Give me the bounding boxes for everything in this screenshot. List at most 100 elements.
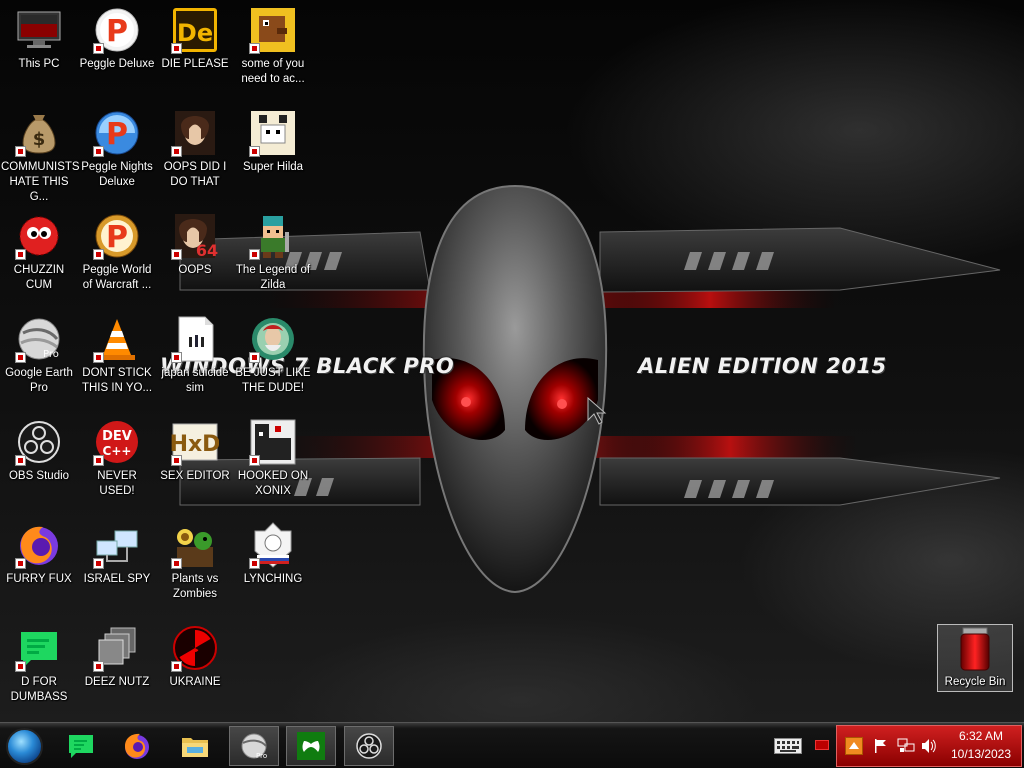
adobe-die-icon: De	[171, 6, 219, 54]
desktop-icon-label: OOPS DID I DO THAT	[163, 161, 227, 188]
peggle-nights-icon: P	[93, 109, 141, 157]
desktop-icon-chuzzin[interactable]: CHUZZIN CUM	[1, 206, 77, 302]
obs-icon	[356, 733, 382, 759]
desktop-icon-label: Peggle World of Warcraft ...	[82, 264, 152, 291]
shortcut-arrow-icon	[249, 352, 260, 363]
taskbar-app-google-earth[interactable]: Pro	[229, 726, 279, 766]
desktop-icon-google-earth[interactable]: Pro Google Earth Pro	[1, 309, 77, 405]
desktop-icon-label: DIE PLEASE	[161, 58, 229, 70]
shortcut-arrow-icon	[93, 249, 104, 260]
network-icon[interactable]	[897, 738, 915, 754]
desktop-icon-deez-nutz[interactable]: DEEZ NUTZ	[79, 618, 155, 714]
pixel-hero-icon	[249, 212, 297, 260]
desktop-icon-israel-spy[interactable]: ISRAEL SPY	[79, 515, 155, 611]
shortcut-arrow-icon	[249, 249, 260, 260]
desktop-icon-label: OOPS	[178, 264, 212, 276]
taskbar-app-firefox[interactable]	[112, 726, 162, 766]
shortcut-arrow-icon	[249, 558, 260, 569]
desktop-icon-lynching[interactable]: LYNCHING	[235, 515, 311, 611]
taskbar-app-obs[interactable]	[344, 726, 394, 766]
svg-text:64: 64	[196, 241, 218, 260]
shortcut-arrow-icon	[15, 455, 26, 466]
pixel-dog-icon	[249, 6, 297, 54]
crest-icon	[249, 521, 297, 569]
shortcut-arrow-icon	[15, 249, 26, 260]
desktop-icon-label: D FOR DUMBASS	[10, 676, 68, 703]
action-center-flag-icon[interactable]	[873, 738, 889, 754]
shortcut-arrow-icon	[15, 661, 26, 672]
desktop-icon-peggle-deluxe[interactable]: P Peggle Deluxe	[79, 0, 155, 96]
shortcut-arrow-icon	[171, 661, 182, 672]
vlc-cone-icon	[93, 315, 141, 363]
desktop-icon-label: DEEZ NUTZ	[84, 676, 150, 688]
desktop-icon-sex-editor[interactable]: HxD SEX EDITOR	[157, 412, 233, 508]
desktop-icon-label: ISRAEL SPY	[83, 573, 151, 585]
desktop-icon-japan-suicide-sim[interactable]: japan suicide sim	[157, 309, 233, 405]
xbox-icon	[297, 732, 325, 760]
svg-text:P: P	[106, 220, 128, 255]
desktop-icon-label: FURRY FUX	[6, 573, 72, 585]
desktop-icon-label: japan suicide sim	[161, 367, 229, 394]
desktop-icon-communists[interactable]: $ COMMUNISTS HATE THIS G...	[1, 103, 80, 203]
desktop-icon-oops-did-i[interactable]: OOPS DID I DO THAT	[157, 103, 233, 199]
shortcut-arrow-icon	[249, 455, 260, 466]
desktop-icon-plants-vs-zombies[interactable]: Plants vs Zombies	[157, 515, 233, 611]
shortcut-arrow-icon	[249, 43, 260, 54]
desktop-icon-label: UKRAINE	[169, 676, 221, 688]
desktop-icon-label: Google Earth Pro	[5, 367, 73, 394]
desktop-icon-label: DONT STICK THIS IN YO...	[81, 367, 153, 394]
google-earth-icon: Pro	[241, 733, 267, 760]
desktop-icon-obs[interactable]: OBS Studio	[1, 412, 77, 508]
desktop-icon-label: CHUZZIN CUM	[13, 264, 65, 291]
desktop-icon-label: BE JUST LIKE THE DUDE!	[235, 367, 311, 394]
taskbar: Pro 6:32 AM 10/13/2023	[0, 722, 1024, 768]
start-orb-icon[interactable]	[6, 728, 43, 765]
show-hidden-icons-icon[interactable]	[815, 740, 829, 750]
window-stack-icon	[93, 624, 141, 672]
desktop-icon-legend-of-zilda[interactable]: The Legend of Zilda	[235, 206, 311, 302]
taskbar-app-chat[interactable]	[56, 726, 106, 766]
desktop-icon-peggle-wow[interactable]: P Peggle World of Warcraft ...	[79, 206, 155, 302]
clock-date[interactable]: 10/13/2023	[941, 747, 1021, 761]
dude-game-icon	[249, 315, 297, 363]
desktop-icon-hooked-on-xonix[interactable]: HOOKED ON XONIX	[235, 412, 311, 508]
shortcut-arrow-icon	[15, 352, 26, 363]
recycle-bin-icon	[951, 624, 999, 672]
desktop-icon-ukraine[interactable]: UKRAINE	[157, 618, 233, 714]
volume-icon[interactable]	[921, 738, 937, 754]
network-computers-icon	[93, 521, 141, 569]
portrait-64-icon: 64	[171, 212, 219, 260]
svg-text:Pro: Pro	[256, 752, 267, 760]
svg-text:HxD: HxD	[171, 432, 219, 457]
desktop-icon-oops[interactable]: 64 OOPS	[157, 206, 233, 302]
chuzzle-icon	[15, 212, 63, 260]
desktop-icon-d-for-dumbass[interactable]: D FOR DUMBASS	[1, 618, 77, 714]
wallpaper-right-text: ALIEN EDITION 2015	[638, 354, 887, 378]
desktop-icon-be-just-like-the-dude[interactable]: BE JUST LIKE THE DUDE!	[235, 309, 311, 405]
shortcut-arrow-icon	[93, 661, 104, 672]
shortcut-arrow-icon	[171, 43, 182, 54]
desktop-icon-super-hilda[interactable]: Super Hilda	[235, 103, 311, 199]
shortcut-arrow-icon	[15, 146, 26, 157]
desktop-icon-peggle-nights[interactable]: P Peggle Nights Deluxe	[79, 103, 155, 199]
svg-text:P: P	[106, 117, 128, 152]
app-tray-icon[interactable]	[845, 737, 863, 755]
dev-cpp-icon: DEV C++	[93, 418, 141, 466]
clock-time[interactable]: 6:32 AM	[941, 729, 1021, 743]
shortcut-arrow-icon	[171, 455, 182, 466]
desktop-icon-label: Peggle Nights Deluxe	[81, 161, 153, 188]
desktop-icon-furry-fux[interactable]: FURRY FUX	[1, 515, 77, 611]
desktop-icon-dont-stick[interactable]: DONT STICK THIS IN YO...	[79, 309, 155, 405]
desktop-icon-this-pc[interactable]: This PC	[1, 0, 77, 96]
desktop-icon-label: The Legend of Zilda	[235, 264, 311, 291]
taskbar-app-xbox[interactable]	[286, 726, 336, 766]
shortcut-arrow-icon	[249, 146, 260, 157]
desktop-icon-recycle-bin[interactable]: Recycle Bin	[937, 618, 1013, 692]
chat-bubble-icon	[69, 735, 93, 758]
desktop-icon-die-please[interactable]: De DIE PLEASE	[157, 0, 233, 96]
taskbar-app-file-explorer[interactable]	[170, 726, 220, 766]
desktop-icon-never-used[interactable]: DEV C++ NEVER USED!	[79, 412, 155, 508]
desktop-icon-label: NEVER USED!	[97, 470, 137, 497]
desktop-icon-some-of-you[interactable]: some of you need to ac...	[235, 0, 311, 96]
keyboard-icon[interactable]	[774, 738, 802, 754]
